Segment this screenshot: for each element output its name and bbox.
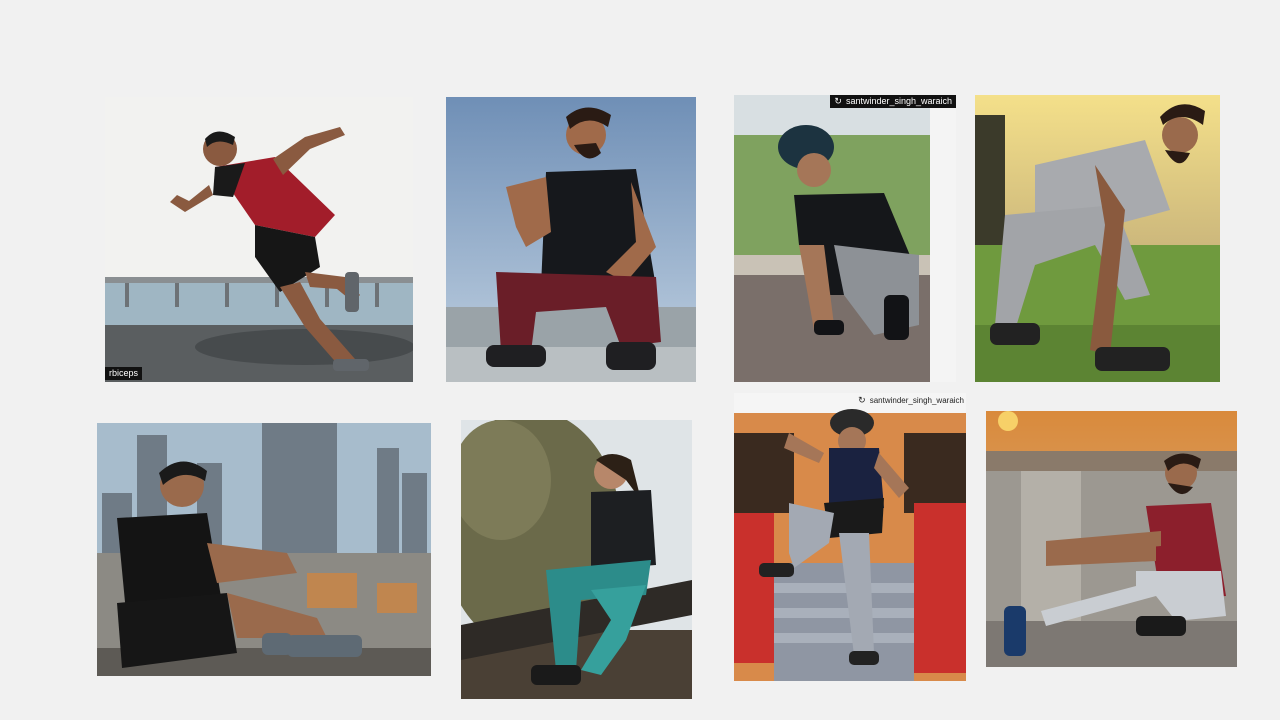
photo-3-turban-laces: ↻ santwinder_singh_waraich [734, 95, 956, 382]
photo-7-credit: ↻ santwinder_singh_waraich [858, 394, 964, 407]
repost-icon: ↻ [858, 395, 866, 405]
photo-4-lunge [975, 95, 1220, 382]
photo-5-image [97, 423, 431, 676]
photo-3-credit-text: santwinder_singh_waraich [845, 96, 952, 106]
photo-3-credit: ↻ santwinder_singh_waraich [830, 95, 956, 108]
photo-5-city-ledge [97, 423, 431, 676]
repost-icon: ↻ [834, 96, 842, 106]
photo-7-credit-text: santwinder_singh_waraich [869, 396, 964, 405]
photo-6-woman-bench [461, 420, 692, 699]
photo-1-watermark: rbiceps [105, 367, 143, 380]
photo-8-pistol-squat [986, 411, 1237, 667]
photo-7-turban-steps: ↻ santwinder_singh_waraich [734, 393, 966, 681]
photo-2-image [446, 97, 696, 382]
photo-4-image [975, 95, 1220, 382]
photo-3-image [734, 95, 956, 382]
photo-2-squat [446, 97, 696, 382]
photo-1-sprinter: rbiceps [105, 97, 413, 382]
photo-8-image [986, 411, 1237, 667]
photo-1-image [105, 97, 413, 382]
photo-6-image [461, 420, 692, 699]
photo-7-image [734, 393, 966, 681]
